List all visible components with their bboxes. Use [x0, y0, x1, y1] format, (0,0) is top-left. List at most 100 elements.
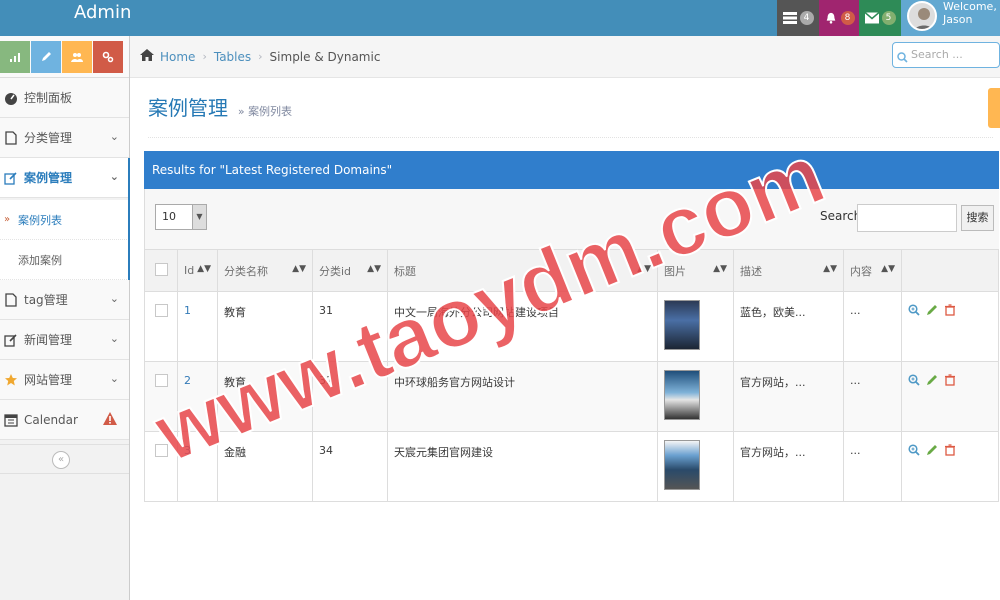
table-search-button[interactable]: 搜索 [961, 205, 994, 231]
brand-title[interactable]: Admin [74, 2, 131, 24]
search-icon [897, 48, 908, 72]
double-angle-right-icon: » [4, 214, 11, 225]
page-header: 案例管理 » 案例列表 [148, 92, 993, 138]
settings-toggle-button[interactable] [988, 88, 1000, 128]
row-category-id: 31 [312, 361, 388, 432]
sidebar-item-tags[interactable]: tag管理 ⌄ [0, 280, 129, 320]
table-search-input[interactable] [857, 204, 957, 232]
row-content: ... [843, 291, 902, 362]
bell-icon [826, 12, 835, 24]
chevron-down-icon: ▼ [192, 205, 206, 229]
sidebar-item-cases[interactable]: 案例管理 ⌄ [0, 158, 129, 198]
zoom-in-icon[interactable] [908, 304, 920, 316]
row-id-link[interactable]: 3 [184, 444, 191, 457]
nav-search-input[interactable]: Search ... [892, 42, 1000, 68]
column-header-id[interactable]: Id ▲▼ [177, 249, 218, 292]
sidebar-subitem-label: 案例列表 [18, 213, 62, 227]
signal-icon [10, 53, 20, 62]
chevron-down-icon: ⌄ [109, 170, 119, 183]
row-title: 天宸元集团官网建设 [387, 431, 658, 502]
page-length-select[interactable]: 10 ▼ [155, 204, 207, 230]
messages-count-badge: 5 [881, 11, 896, 25]
row-title: 中文一局海外分公司网站建设项目 [387, 291, 658, 362]
shortcut-users-button[interactable] [62, 41, 92, 73]
pencil-icon [42, 52, 51, 61]
row-category-id: 31 [312, 291, 388, 362]
warning-icon [103, 412, 117, 428]
sidebar-item-dashboard[interactable]: 控制面板 [0, 78, 129, 118]
sidebar-item-label: 新闻管理 [24, 333, 73, 347]
column-header-image[interactable]: 图片 ▲▼ [657, 249, 734, 292]
sidebar-subitem-case-list[interactable]: » 案例列表 [0, 200, 129, 240]
home-icon [140, 49, 154, 64]
chevron-down-icon: ⌄ [109, 372, 119, 385]
row-checkbox[interactable] [155, 304, 168, 317]
breadcrumb-tables-link[interactable]: Tables [214, 50, 251, 64]
row-content: ... [843, 361, 902, 432]
row-desc: 官方网站，... [733, 361, 844, 432]
sidebar-collapse-button[interactable]: « [52, 451, 70, 469]
trash-icon[interactable] [944, 304, 956, 316]
welcome-text: Welcome, Jason [943, 0, 997, 26]
row-thumbnail [664, 300, 700, 350]
trash-icon[interactable] [944, 374, 956, 386]
data-table: Id ▲▼ 分类名称 ▲▼ 分类id ▲▼ 标题 ▲▼ 图片 ▲▼ 描述 ▲▼ 内容 ▲▼ 1… [144, 249, 999, 502]
chevron-down-icon: ⌄ [109, 332, 119, 345]
column-header-actions [901, 249, 999, 292]
chevron-down-icon: ⌄ [109, 130, 119, 143]
envelope-icon [864, 12, 879, 24]
tasks-icon [782, 12, 797, 24]
select-all-checkbox[interactable] [155, 262, 168, 276]
page-subtitle: » 案例列表 [237, 105, 293, 118]
row-id-link[interactable]: 1 [184, 304, 191, 317]
sidebar: 控制面板 分类管理 ⌄ 案例管理 ⌄ » 案例列表 添加案例 tag管理 ⌄ 新… [0, 36, 130, 600]
tasks-dropdown[interactable]: 4 [777, 0, 819, 36]
row-category: 金融 [217, 431, 313, 502]
page-title: 案例管理 [148, 96, 228, 120]
column-header-category[interactable]: 分类名称 ▲▼ [217, 249, 313, 292]
row-checkbox[interactable] [155, 374, 168, 387]
messages-dropdown[interactable]: 5 [859, 0, 901, 36]
breadcrumb: Home › Tables › Simple & Dynamic Search … [130, 36, 1000, 78]
sidebar-item-label: 案例管理 [24, 171, 73, 185]
sidebar-item-category[interactable]: 分类管理 ⌄ [0, 118, 129, 158]
table-header-banner: Results for "Latest Registered Domains" [144, 151, 999, 189]
column-header-title[interactable]: 标题 ▲▼ [387, 249, 658, 292]
column-header-category-id[interactable]: 分类id ▲▼ [312, 249, 388, 292]
shortcut-edit-button[interactable] [31, 41, 61, 73]
sidebar-collapse-bar: « [0, 444, 129, 474]
zoom-in-icon[interactable] [908, 444, 920, 456]
shortcut-settings-button[interactable] [93, 41, 123, 73]
sort-icon: ▲▼ [197, 264, 211, 274]
sidebar-item-label: 分类管理 [24, 131, 73, 145]
sidebar-subitem-add-case[interactable]: 添加案例 [0, 240, 129, 280]
edit-icon [4, 171, 18, 185]
column-header-desc[interactable]: 描述 ▲▼ [733, 249, 844, 292]
sort-icon: ▲▼ [823, 264, 837, 274]
row-checkbox[interactable] [155, 444, 168, 457]
pencil-icon[interactable] [926, 374, 938, 386]
notifications-dropdown[interactable]: 8 [819, 0, 859, 36]
row-desc: 蓝色，欧美... [733, 291, 844, 362]
shortcut-stats-button[interactable] [0, 41, 30, 73]
pencil-icon[interactable] [926, 444, 938, 456]
column-header-content[interactable]: 内容 ▲▼ [843, 249, 902, 292]
row-id-link[interactable]: 2 [184, 374, 191, 387]
pencil-icon[interactable] [926, 304, 938, 316]
breadcrumb-home-link[interactable]: Home [160, 50, 195, 64]
zoom-in-icon[interactable] [908, 374, 920, 386]
sidebar-item-label: tag管理 [24, 293, 68, 307]
row-category: 教育 [217, 361, 313, 432]
user-menu[interactable]: Welcome, Jason [901, 0, 1000, 36]
sidebar-subitem-label: 添加案例 [18, 253, 62, 267]
sidebar-item-label: 网站管理 [24, 373, 73, 387]
trash-icon[interactable] [944, 444, 956, 456]
row-category-id: 34 [312, 431, 388, 502]
sidebar-item-news[interactable]: 新闻管理 ⌄ [0, 320, 129, 360]
sidebar-item-calendar[interactable]: Calendar [0, 400, 129, 440]
cogs-icon [102, 51, 114, 63]
table-row: 2 教育 31 中环球船务官方网站设计 官方网站，... ... [144, 361, 999, 432]
nav-search-placeholder: Search ... [911, 48, 963, 61]
row-content: ... [843, 431, 902, 502]
sidebar-item-site[interactable]: 网站管理 ⌄ [0, 360, 129, 400]
